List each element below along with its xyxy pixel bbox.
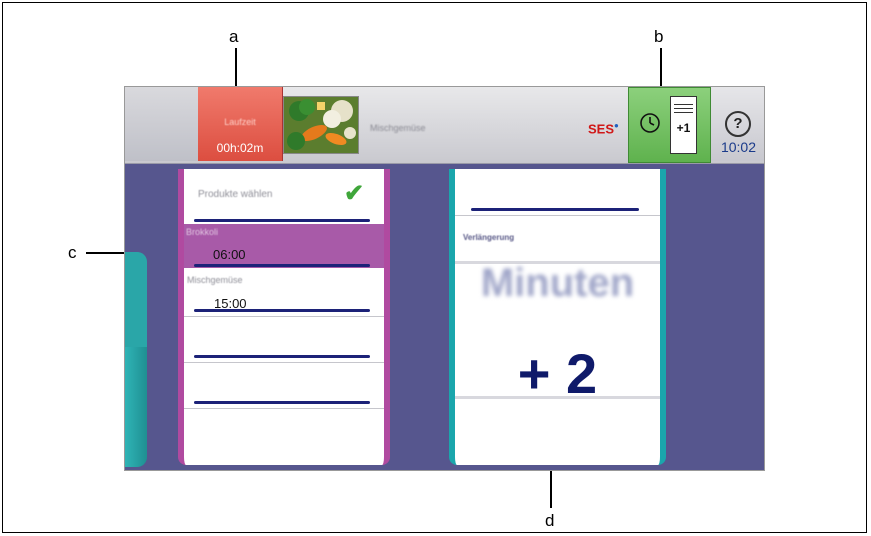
- divider: [194, 219, 370, 222]
- timer-value: 00h:02m: [216, 141, 264, 155]
- program-food-image: [283, 96, 359, 154]
- extend-time-button[interactable]: +1: [628, 87, 711, 163]
- ses-dot-icon: ●: [614, 121, 619, 130]
- row-separator: [184, 362, 384, 363]
- extension-label: Verlängerung: [463, 233, 515, 242]
- callout-a: a: [229, 27, 239, 46]
- divider: [471, 208, 639, 211]
- product-list-panel: Produkte wählen ✔ Brokkoli 06:00 Mischge…: [178, 169, 390, 465]
- timer-label: Laufzeit: [224, 117, 256, 127]
- row-separator: [184, 408, 384, 409]
- back-button[interactable]: [125, 87, 199, 161]
- list-item-selected[interactable]: Brokkoli 06:00: [184, 224, 384, 268]
- divider: [194, 401, 370, 404]
- extension-panel: Verlängerung Minuten + 2: [449, 169, 666, 465]
- help-button[interactable]: ? 10:02: [711, 87, 764, 161]
- list-item-name: Mischgemüse: [187, 275, 243, 285]
- clock-icon: [639, 112, 661, 139]
- product-list-title: Produkte wählen: [198, 189, 273, 200]
- program-name: Mischgemüse: [370, 123, 426, 133]
- list-item-time: 06:00: [213, 247, 246, 262]
- clock-time: 10:02: [720, 139, 757, 155]
- ses-indicator: SES●: [588, 121, 619, 136]
- side-tab-upper[interactable]: [125, 252, 147, 347]
- row-separator: [455, 396, 660, 399]
- timer-button[interactable]: Laufzeit 00h:02m: [198, 87, 283, 161]
- help-icon: ?: [725, 111, 751, 137]
- plus-one-card-icon: +1: [670, 96, 697, 154]
- divider: [194, 355, 370, 358]
- row-separator: [455, 215, 660, 216]
- ses-label: SES: [588, 121, 615, 137]
- list-item-name: Brokkoli: [186, 227, 219, 237]
- callout-b: b: [654, 27, 664, 46]
- device-screen: Laufzeit 00h:02m Mischgemüse SES● +1 ? 1…: [124, 86, 765, 471]
- checkmark-icon: ✔: [344, 180, 365, 207]
- row-separator: [184, 316, 384, 317]
- extension-unit: Minuten: [480, 261, 635, 305]
- top-bar: Laufzeit 00h:02m Mischgemüse SES● +1 ? 1…: [125, 87, 764, 164]
- plus-one-label: +1: [676, 121, 691, 135]
- divider: [194, 309, 370, 312]
- callout-d: d: [545, 511, 555, 530]
- callout-c: c: [68, 243, 77, 262]
- divider: [194, 264, 370, 267]
